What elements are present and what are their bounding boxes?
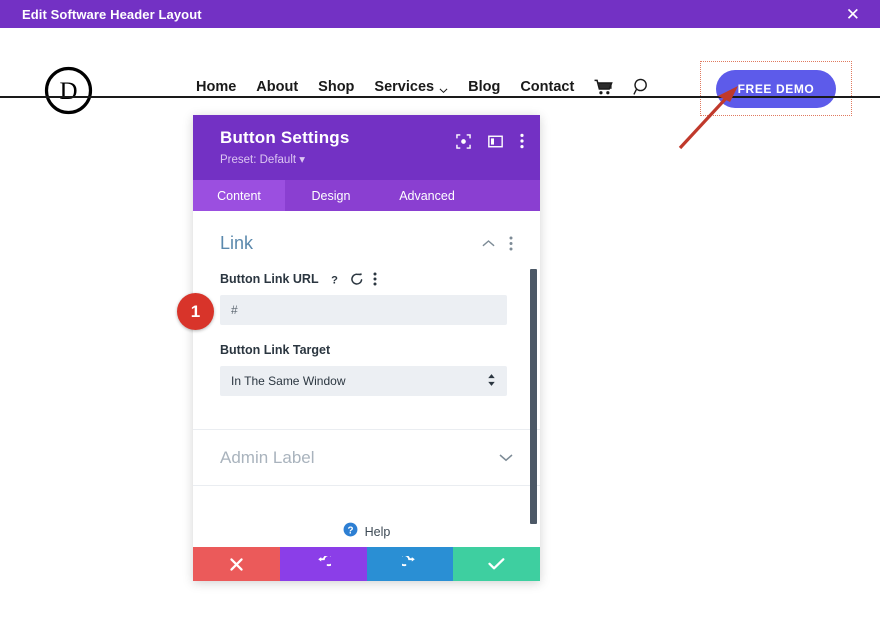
admin-label-section[interactable]: Admin Label bbox=[193, 429, 540, 486]
nav-item-services[interactable]: Services bbox=[374, 79, 448, 95]
link-section-title: Link bbox=[220, 233, 253, 254]
step-badge-1: 1 bbox=[177, 293, 214, 330]
svg-text:D: D bbox=[59, 78, 77, 105]
link-section: Link bbox=[193, 211, 540, 254]
modal-header-icons bbox=[456, 133, 524, 149]
reset-icon[interactable] bbox=[350, 272, 364, 286]
more-options-icon[interactable] bbox=[520, 133, 524, 149]
more-options-icon[interactable] bbox=[509, 236, 513, 251]
nav-item-blog[interactable]: Blog bbox=[468, 79, 500, 95]
modal-tabs: Content Design Advanced bbox=[193, 180, 540, 211]
help-icon[interactable]: ? bbox=[328, 273, 341, 286]
redo-button[interactable] bbox=[367, 547, 454, 581]
link-section-icons bbox=[482, 236, 513, 251]
window-titlebar: Edit Software Header Layout ✕ bbox=[0, 0, 880, 28]
chevron-down-icon bbox=[439, 83, 448, 92]
button-link-url-field: Button Link URL ? bbox=[193, 272, 540, 325]
nav-label: About bbox=[256, 79, 298, 95]
page-root: Edit Software Header Layout ✕ D Home Abo… bbox=[0, 0, 880, 618]
svg-text:?: ? bbox=[331, 274, 338, 285]
admin-label-title: Admin Label bbox=[220, 448, 315, 468]
main-navigation: Home About Shop Services Blog Contact bbox=[196, 78, 651, 96]
divi-logo[interactable]: D bbox=[44, 66, 93, 115]
nav-item-about[interactable]: About bbox=[256, 79, 298, 95]
select-value: In The Same Window bbox=[231, 374, 346, 388]
layout-panel-icon[interactable] bbox=[488, 134, 503, 149]
more-options-icon[interactable] bbox=[373, 272, 377, 286]
nav-label: Services bbox=[374, 79, 434, 95]
cart-icon[interactable] bbox=[594, 79, 613, 96]
nav-label: Home bbox=[196, 79, 236, 95]
modal-action-bar bbox=[193, 547, 540, 581]
field-label: Button Link URL bbox=[220, 272, 319, 286]
help-label: Help bbox=[365, 525, 391, 539]
tab-design[interactable]: Design bbox=[285, 180, 377, 211]
chevron-up-icon[interactable] bbox=[482, 239, 495, 248]
stepper-arrows-icon bbox=[487, 373, 496, 390]
button-link-url-input[interactable]: # bbox=[220, 295, 507, 325]
nav-item-shop[interactable]: Shop bbox=[318, 79, 354, 95]
close-icon[interactable]: ✕ bbox=[846, 6, 880, 23]
preset-selector[interactable]: Preset: Default ▾ bbox=[220, 152, 524, 166]
field-label: Button Link Target bbox=[220, 343, 330, 357]
free-demo-button[interactable]: FREE DEMO bbox=[716, 70, 836, 108]
button-link-url-label-row: Button Link URL ? bbox=[220, 272, 513, 286]
window-title: Edit Software Header Layout bbox=[0, 7, 202, 22]
modal-scrollbar[interactable] bbox=[530, 269, 537, 524]
link-section-header: Link bbox=[220, 233, 513, 254]
button-link-target-field: Button Link Target In The Same Window bbox=[193, 343, 540, 429]
site-header: D Home About Shop Services bbox=[0, 28, 880, 97]
button-settings-modal: Button Settings Preset: Default ▾ bbox=[193, 115, 540, 581]
modal-header: Button Settings Preset: Default ▾ bbox=[193, 115, 540, 180]
demo-button-selection-outline: FREE DEMO bbox=[700, 61, 852, 116]
nav-label: Shop bbox=[318, 79, 354, 95]
svg-text:?: ? bbox=[347, 525, 353, 536]
nav-label: Blog bbox=[468, 79, 500, 95]
chevron-down-icon[interactable] bbox=[499, 449, 513, 467]
button-link-target-label-row: Button Link Target bbox=[220, 343, 513, 357]
modal-body: Link bbox=[193, 211, 540, 547]
save-button[interactable] bbox=[453, 547, 540, 581]
tab-advanced[interactable]: Advanced bbox=[377, 180, 477, 211]
search-icon[interactable] bbox=[633, 78, 651, 96]
undo-button[interactable] bbox=[280, 547, 367, 581]
header-bottom-rule bbox=[0, 96, 880, 98]
nav-label: Contact bbox=[520, 79, 574, 95]
button-link-target-select[interactable]: In The Same Window bbox=[220, 366, 507, 396]
focus-target-icon[interactable] bbox=[456, 134, 471, 149]
help-link[interactable]: ? Help bbox=[193, 522, 540, 542]
tab-content[interactable]: Content bbox=[193, 180, 285, 211]
help-circle-icon: ? bbox=[343, 522, 358, 542]
nav-item-contact[interactable]: Contact bbox=[520, 79, 574, 95]
nav-item-home[interactable]: Home bbox=[196, 79, 236, 95]
field-spacer bbox=[220, 396, 513, 429]
cancel-button[interactable] bbox=[193, 547, 280, 581]
